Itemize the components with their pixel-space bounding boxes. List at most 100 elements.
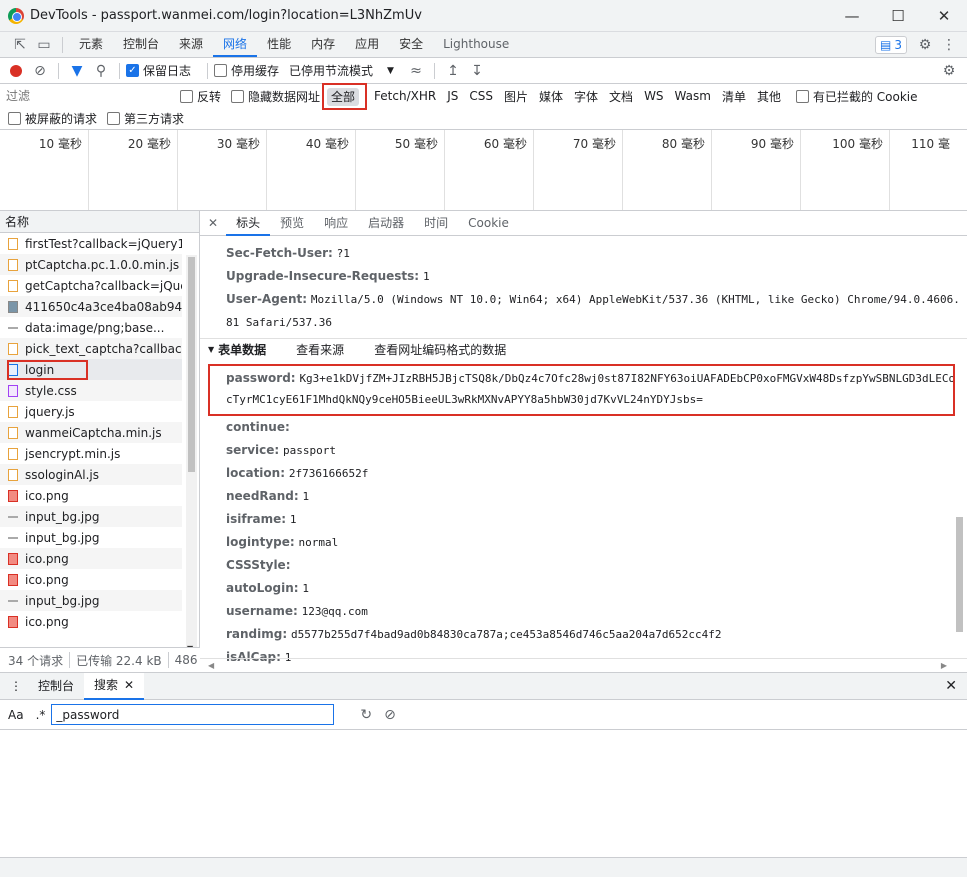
device-toolbar-icon[interactable]: ▭ [32, 33, 56, 57]
tab-performance[interactable]: 性能 [257, 32, 301, 57]
record-icon[interactable] [10, 64, 22, 77]
tab-console[interactable]: 控制台 [113, 32, 169, 57]
tab-security[interactable]: 安全 [389, 32, 433, 57]
regex-toggle[interactable]: .* [36, 708, 46, 722]
tab-initiator[interactable]: 启动器 [358, 211, 414, 236]
request-row[interactable]: ico.png [0, 485, 182, 506]
tab-preview[interactable]: 预览 [270, 211, 314, 236]
settings-gear-icon[interactable]: ⚙ [913, 33, 937, 57]
timeline-tick: 100 毫秒 [801, 130, 890, 210]
clear-search-icon[interactable]: ⊘ [384, 707, 396, 723]
request-row[interactable]: jsencrypt.min.js [0, 443, 182, 464]
close-window-button[interactable]: ✕ [921, 0, 967, 32]
request-row[interactable]: ico.png [0, 548, 182, 569]
tab-sources[interactable]: 来源 [169, 32, 213, 57]
request-row[interactable]: firstTest?callback=jQuery1830 [0, 233, 182, 254]
clear-icon[interactable]: ⊘ [28, 59, 52, 83]
filter-input[interactable] [6, 87, 168, 105]
filter-type-font[interactable]: 字体 [570, 88, 602, 105]
request-row[interactable]: ptCaptcha.pc.1.0.0.min.js [0, 254, 182, 275]
file-ico-icon [8, 615, 18, 628]
third-party-checkbox[interactable]: 第三方请求 [107, 110, 184, 127]
filter-type-js[interactable]: JS [443, 89, 462, 103]
tab-cookies[interactable]: Cookie [458, 211, 519, 236]
request-row[interactable]: ico.png [0, 611, 182, 632]
filter-type-doc[interactable]: 文档 [605, 88, 637, 105]
form-data-section-header[interactable]: ▼ 表单数据 查看来源 查看网址编码格式的数据 [200, 338, 967, 360]
hide-data-urls-checkbox[interactable]: 隐藏数据网址 [231, 88, 320, 105]
filter-type-fetch-xhr[interactable]: Fetch/XHR [370, 89, 440, 103]
request-row[interactable]: jquery.js [0, 401, 182, 422]
filter-type-manifest[interactable]: 清单 [718, 88, 750, 105]
search-icon[interactable]: ⚲ [89, 59, 113, 83]
refresh-icon[interactable]: ↻ [360, 707, 372, 723]
tab-application[interactable]: 应用 [345, 32, 389, 57]
filter-type-all[interactable]: 全部 [327, 87, 360, 106]
tab-headers[interactable]: 标头 [226, 211, 271, 236]
request-row[interactable]: pick_text_captcha?callback=j. [0, 338, 182, 359]
request-row[interactable]: input_bg.jpg [0, 527, 182, 548]
close-drawer-icon[interactable]: ✕ [945, 678, 957, 694]
detail-scrollbar[interactable] [954, 237, 965, 647]
drawer-tab-search[interactable]: 搜索 ✕ [84, 672, 145, 700]
drawer-menu-icon[interactable]: ⋮ [10, 679, 22, 693]
drawer-tab-console[interactable]: 控制台 [28, 673, 84, 700]
tab-lighthouse[interactable]: Lighthouse [433, 32, 519, 57]
close-detail-icon[interactable]: ✕ [208, 216, 218, 230]
header-row: Sec-Fetch-User: ?1 [226, 246, 350, 260]
filter-type-other[interactable]: 其他 [753, 88, 785, 105]
filter-type-ws[interactable]: WS [640, 89, 667, 103]
filter-type-media[interactable]: 媒体 [535, 88, 567, 105]
preserve-log-checkbox[interactable]: ✓ 保留日志 [126, 62, 191, 79]
disable-cache-checkbox[interactable]: 停用缓存 [214, 62, 279, 79]
filter-type-img[interactable]: 图片 [500, 88, 532, 105]
throttling-select[interactable]: 已停用节流模式 ▼ [289, 62, 394, 79]
request-row[interactable]: data:image/png;base... [0, 317, 182, 338]
import-har-icon[interactable]: ↥ [441, 59, 465, 83]
request-row[interactable]: ssologinAl.js [0, 464, 182, 485]
detail-hscrollbar[interactable]: ◀ ▶ [200, 658, 967, 672]
issues-badge[interactable]: ▤ 3 [875, 35, 907, 54]
name-column-header[interactable]: 名称 [0, 211, 199, 233]
overview-timeline[interactable]: 10 毫秒 20 毫秒 30 毫秒 40 毫秒 50 毫秒 60 毫秒 70 毫… [0, 130, 967, 211]
scroll-left-icon[interactable]: ◀ [208, 661, 214, 670]
inspect-element-icon[interactable]: ⇱ [8, 33, 32, 57]
request-row[interactable]: 411650c4a3ce4ba08ab940fc3 [0, 296, 182, 317]
filter-type-css[interactable]: CSS [465, 89, 497, 103]
maximize-button[interactable]: ☐ [875, 0, 921, 32]
header-row: 81 Safari/537.36 [226, 316, 332, 329]
request-name: input_bg.jpg [25, 530, 100, 545]
form-field-name: username: [226, 604, 298, 618]
tab-network[interactable]: 网络 [213, 32, 258, 57]
match-case-toggle[interactable]: Aa [8, 708, 24, 722]
file-ico-icon [8, 573, 18, 586]
filter-type-wasm[interactable]: Wasm [671, 89, 715, 103]
request-row[interactable]: getCaptcha?callback=jQuery1 [0, 275, 182, 296]
request-row[interactable]: input_bg.jpg [0, 506, 182, 527]
request-row[interactable]: ico.png [0, 569, 182, 590]
view-source-link[interactable]: 查看来源 [296, 341, 344, 358]
request-list-scrollbar[interactable]: ▼ [186, 255, 197, 653]
minimize-button[interactable]: — [829, 0, 875, 32]
scroll-right-icon[interactable]: ▶ [941, 661, 947, 670]
close-tab-icon[interactable]: ✕ [124, 672, 134, 699]
tab-elements[interactable]: 元素 [69, 32, 113, 57]
tab-memory[interactable]: 内存 [301, 32, 345, 57]
network-conditions-icon[interactable]: ≈ [404, 59, 428, 83]
request-row[interactable]: wanmeiCaptcha.min.js [0, 422, 182, 443]
network-settings-gear-icon[interactable]: ⚙ [937, 59, 961, 83]
filter-icon[interactable]: ▼ [65, 59, 89, 83]
view-url-encoded-link[interactable]: 查看网址编码格式的数据 [374, 341, 506, 358]
tab-response[interactable]: 响应 [314, 211, 358, 236]
export-har-icon[interactable]: ↧ [465, 59, 489, 83]
more-menu-icon[interactable]: ⋮ [937, 33, 961, 57]
request-row[interactable]: style.css [0, 380, 182, 401]
blocked-cookies-checkbox[interactable]: 有已拦截的 Cookie [795, 88, 918, 105]
divider [207, 62, 209, 79]
search-input[interactable] [51, 704, 335, 725]
tab-timing[interactable]: 时间 [414, 211, 458, 236]
blocked-requests-checkbox[interactable]: 被屏蔽的请求 [8, 110, 97, 127]
request-row[interactable]: login [0, 359, 182, 380]
request-row[interactable]: input_bg.jpg [0, 590, 182, 611]
invert-checkbox[interactable]: 反转 [180, 88, 221, 105]
